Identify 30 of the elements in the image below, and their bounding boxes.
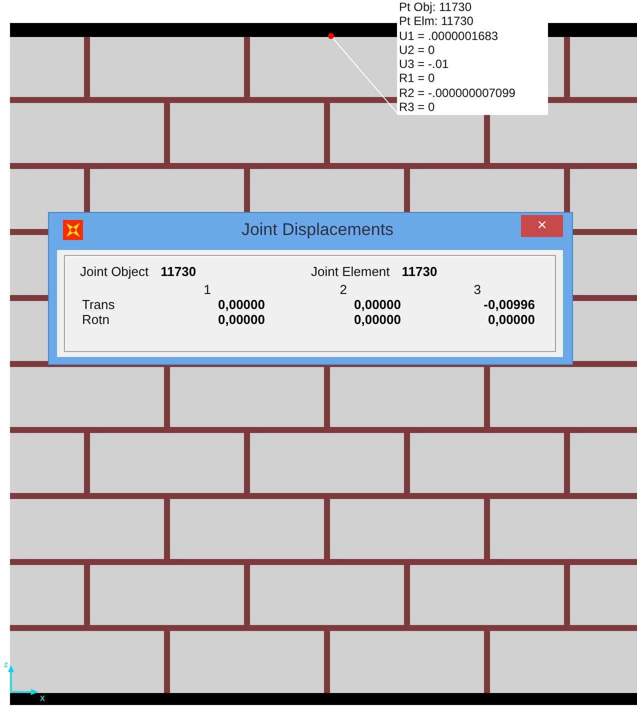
tooltip-line: Pt Obj: 11730 <box>399 0 472 14</box>
app-icon <box>63 220 83 240</box>
tooltip-line: U2 = 0 <box>399 42 436 58</box>
row-label: Rotn <box>81 312 110 327</box>
tooltip-line: U3 = -.01 <box>399 57 450 72</box>
table-cell-text: 0,00000 <box>217 312 265 327</box>
table-cell-text: 0,00000 <box>487 312 535 327</box>
field-label: Joint Element <box>311 264 390 279</box>
tooltip-line: U1 = .0000001683 <box>399 28 500 43</box>
column-header: 3 <box>472 282 482 297</box>
tooltip-line: R2 = -.000000007099 <box>399 86 516 100</box>
window-title: Joint Displacements <box>241 220 394 240</box>
joint-marker <box>328 33 334 39</box>
table-cell-text: 0,00000 <box>353 297 401 312</box>
tooltip-line: R3 = 0 <box>399 100 436 114</box>
axis-arrows-icon <box>8 665 38 695</box>
field-value: 11730 <box>160 264 196 279</box>
table-cell-text: 0,00000 <box>353 312 401 327</box>
field-label: Joint Object <box>80 264 149 279</box>
tooltip-line: R1 = 0 <box>399 71 436 86</box>
table-cell-text: -0,00996 <box>482 297 535 312</box>
column-header: 1 <box>202 282 212 297</box>
table-cell-text: 0,00000 <box>217 297 265 312</box>
close-button[interactable]: × <box>521 215 563 237</box>
column-header: 2 <box>338 282 348 297</box>
axis-label: x <box>40 694 45 704</box>
row-label: Trans <box>81 297 116 312</box>
field-value: 11730 <box>402 264 438 279</box>
tooltip-line: Pt Elm: 11730 <box>399 14 474 29</box>
axis-label: z <box>4 660 8 669</box>
